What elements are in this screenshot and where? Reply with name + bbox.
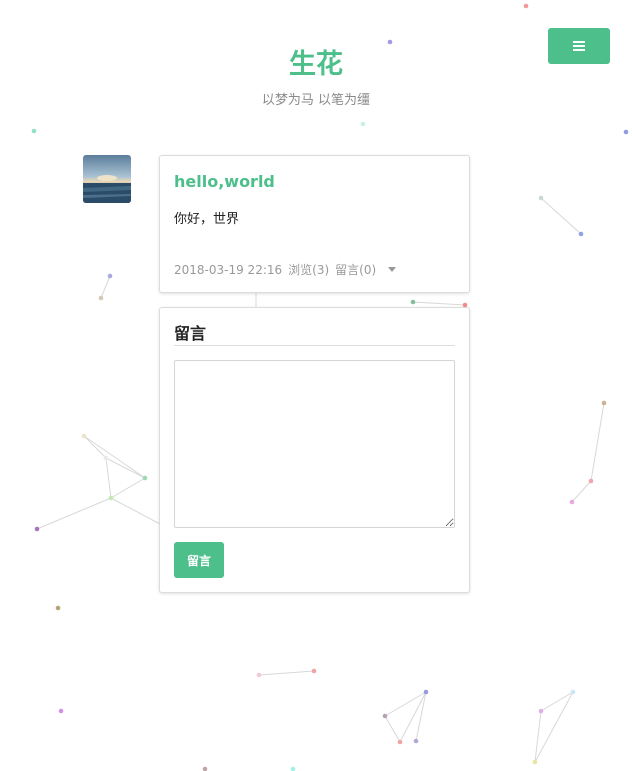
post-title[interactable]: hello,world xyxy=(174,172,275,191)
ocean-sunset-avatar xyxy=(83,155,131,203)
caret-down-icon[interactable] xyxy=(388,267,397,272)
comment-textarea[interactable] xyxy=(174,360,455,528)
author-avatar[interactable] xyxy=(83,155,131,203)
post-comments[interactable]: 留言(0) xyxy=(335,261,376,278)
post-body: 你好，世界 xyxy=(174,212,240,227)
comment-card: 留言 留言 xyxy=(159,307,470,593)
comment-heading: 留言 xyxy=(174,324,207,343)
post-card: hello,world 你好，世界 2018-03-19 22:16 浏览(3)… xyxy=(159,155,470,293)
submit-comment-button[interactable]: 留言 xyxy=(174,542,224,578)
site-title: 生花 xyxy=(289,49,343,80)
site-subtitle: 以梦为马 以笔为缰 xyxy=(261,93,371,108)
post-date: 2018-03-19 22:16 xyxy=(174,262,283,277)
comment-divider xyxy=(174,345,455,346)
post-meta: 2018-03-19 22:16 浏览(3) 留言(0) xyxy=(174,261,397,278)
post-views: 浏览(3) xyxy=(288,263,330,277)
